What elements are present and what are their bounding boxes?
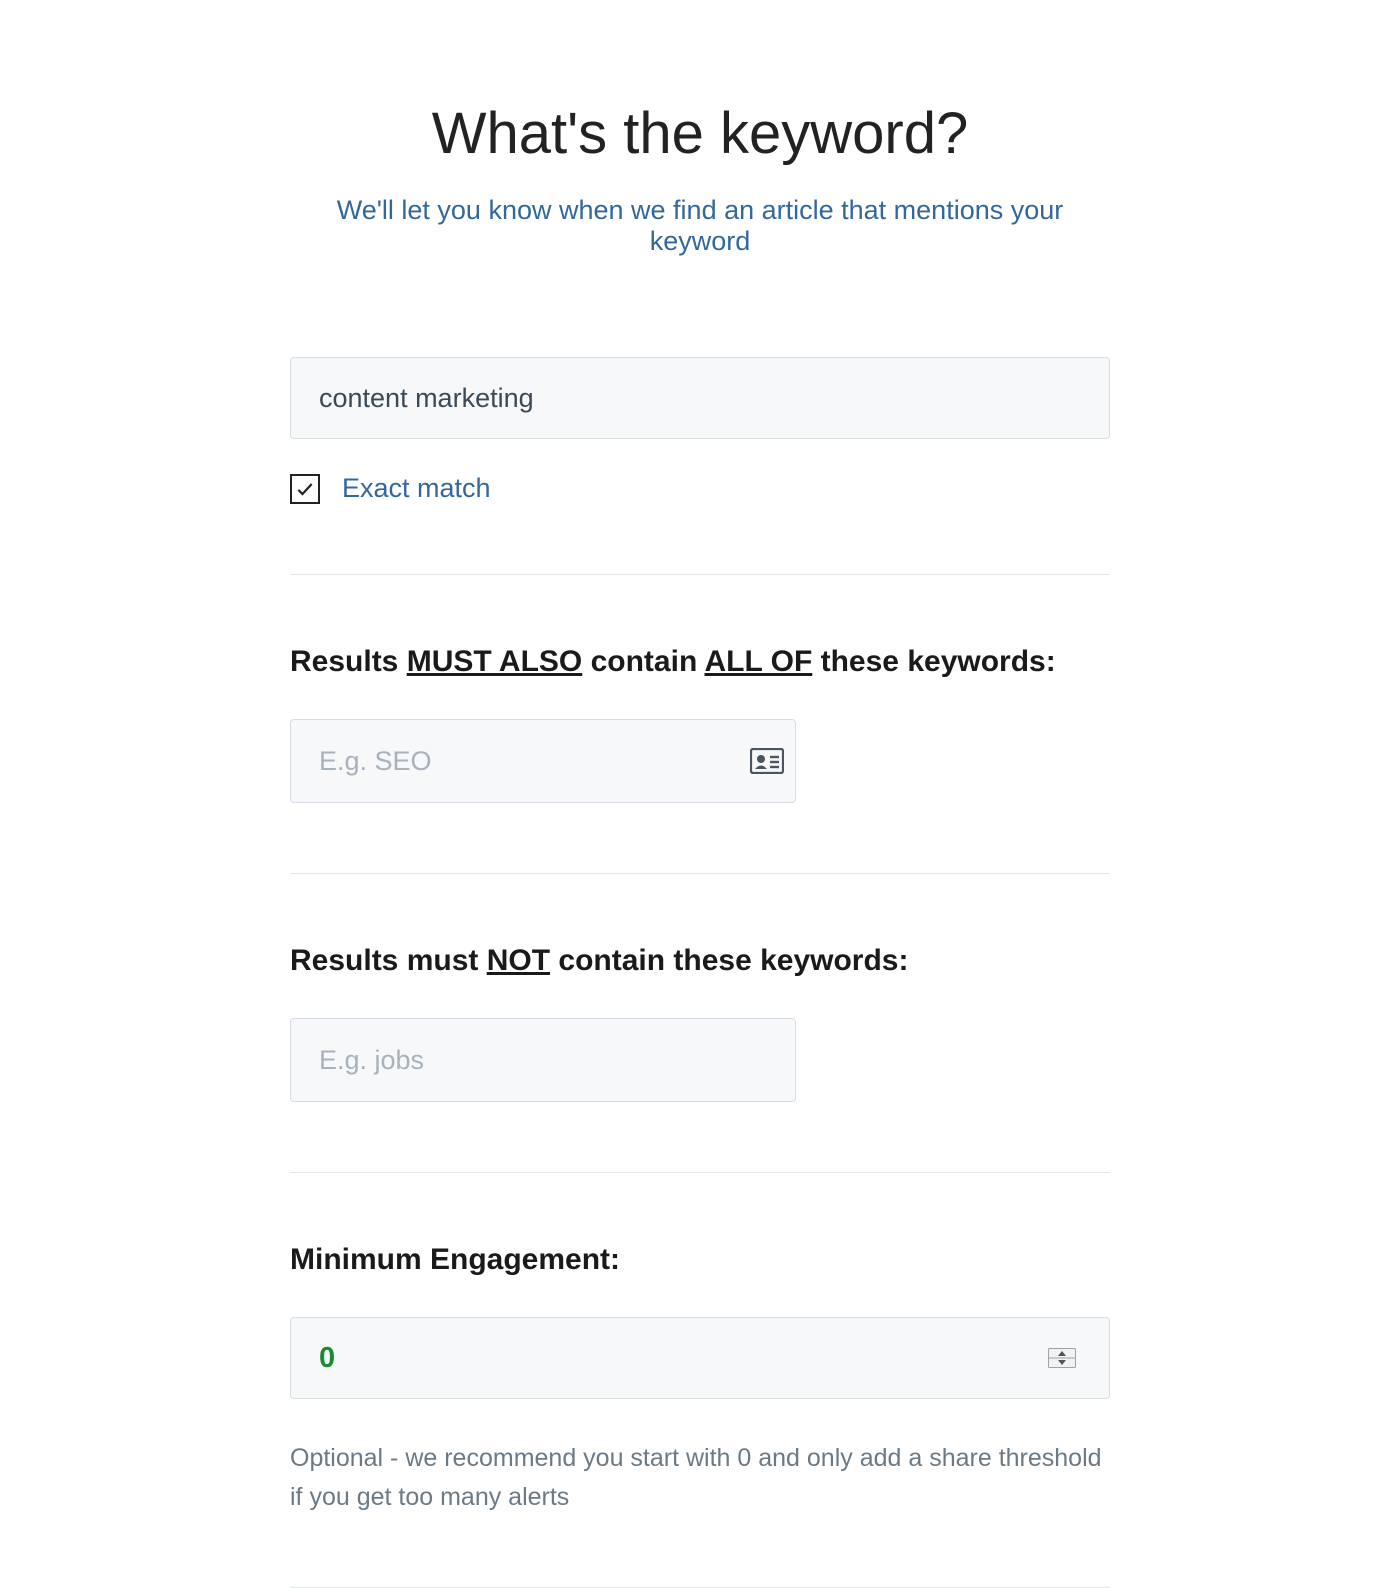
keyword-form: What's the keyword? We'll let you know w… [150, 0, 1250, 1588]
must-not-input[interactable] [290, 1018, 796, 1102]
divider [290, 1587, 1110, 1588]
min-engagement-heading: Minimum Engagement: [290, 1243, 1110, 1277]
exact-match-row: Exact match [290, 473, 1110, 504]
must-also-field [290, 719, 796, 803]
divider [290, 574, 1110, 575]
text-fragment: Results [290, 645, 407, 678]
text-fragment: Results must [290, 944, 487, 977]
page-title: What's the keyword? [290, 100, 1110, 167]
exact-match-label: Exact match [342, 473, 491, 504]
text-fragment: these keywords: [812, 645, 1055, 678]
text-fragment: contain [582, 645, 704, 678]
text-fragment: contain these keywords: [550, 944, 908, 977]
exact-match-checkbox[interactable] [290, 474, 320, 504]
min-engagement-helper: Optional - we recommend you start with 0… [290, 1439, 1110, 1517]
divider [290, 1172, 1110, 1173]
text-fragment: MUST ALSO [407, 645, 583, 678]
must-not-field [290, 1018, 796, 1102]
must-not-heading: Results must NOT contain these keywords: [290, 944, 1110, 978]
text-fragment: ALL OF [705, 645, 813, 678]
text-fragment: NOT [487, 944, 550, 977]
page-subtitle: We'll let you know when we find an artic… [290, 195, 1110, 257]
must-also-heading: Results MUST ALSO contain ALL OF these k… [290, 645, 1110, 679]
min-engagement-field [290, 1317, 1110, 1399]
min-engagement-input[interactable] [290, 1317, 1110, 1399]
keyword-input[interactable] [290, 357, 1110, 439]
check-icon [295, 479, 315, 499]
divider [290, 873, 1110, 874]
must-also-input[interactable] [290, 719, 796, 803]
